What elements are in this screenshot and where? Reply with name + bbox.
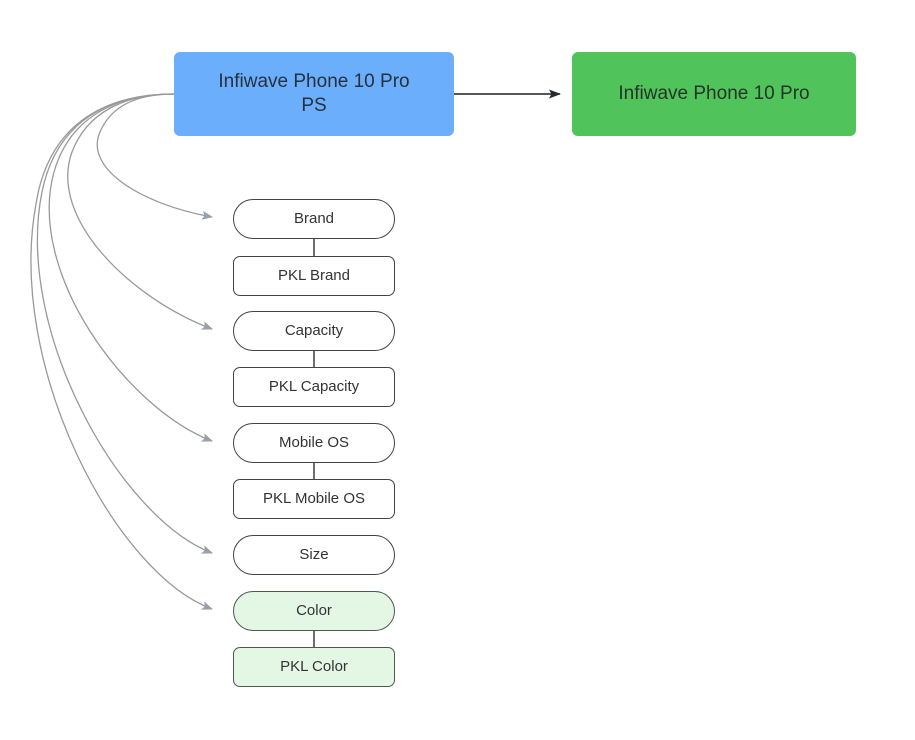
node-pkl_color[interactable]: PKL Color xyxy=(233,647,395,687)
node-product_ps[interactable]: Infiwave Phone 10 Pro PS xyxy=(174,52,454,136)
edge-e-ps-mobileos xyxy=(48,93,213,442)
diagram-canvas: Infiwave Phone 10 Pro PS Infiwave Phone 1… xyxy=(0,0,915,740)
node-brand[interactable]: Brand xyxy=(233,199,395,239)
edge-e-ps-color xyxy=(30,93,213,610)
node-size[interactable]: Size xyxy=(233,535,395,575)
node-label-capacity: Capacity xyxy=(284,321,344,339)
node-pkl_mobile_os[interactable]: PKL Mobile OS xyxy=(233,479,395,519)
edge-e-ps-size xyxy=(36,93,213,554)
node-label-pkl_brand: PKL Brand xyxy=(278,266,350,284)
node-label-size: Size xyxy=(299,545,329,563)
node-label-product: Infiwave Phone 10 Pro xyxy=(618,83,810,105)
node-label-color: Color xyxy=(296,601,332,619)
node-label-pkl_mobile_os: PKL Mobile OS xyxy=(263,489,365,507)
node-capacity[interactable]: Capacity xyxy=(233,311,395,351)
node-mobile_os[interactable]: Mobile OS xyxy=(233,423,395,463)
node-label-product_ps: Infiwave Phone 10 Pro PS xyxy=(218,71,410,116)
node-label-pkl_color: PKL Color xyxy=(280,657,348,675)
node-label-pkl_capacity: PKL Capacity xyxy=(268,377,360,395)
node-label-brand: Brand xyxy=(293,209,335,227)
node-color[interactable]: Color xyxy=(233,591,395,631)
node-pkl_brand[interactable]: PKL Brand xyxy=(233,256,395,296)
node-pkl_capacity[interactable]: PKL Capacity xyxy=(233,367,395,407)
node-product[interactable]: Infiwave Phone 10 Pro xyxy=(572,52,856,136)
node-label-mobile_os: Mobile OS xyxy=(278,433,350,451)
